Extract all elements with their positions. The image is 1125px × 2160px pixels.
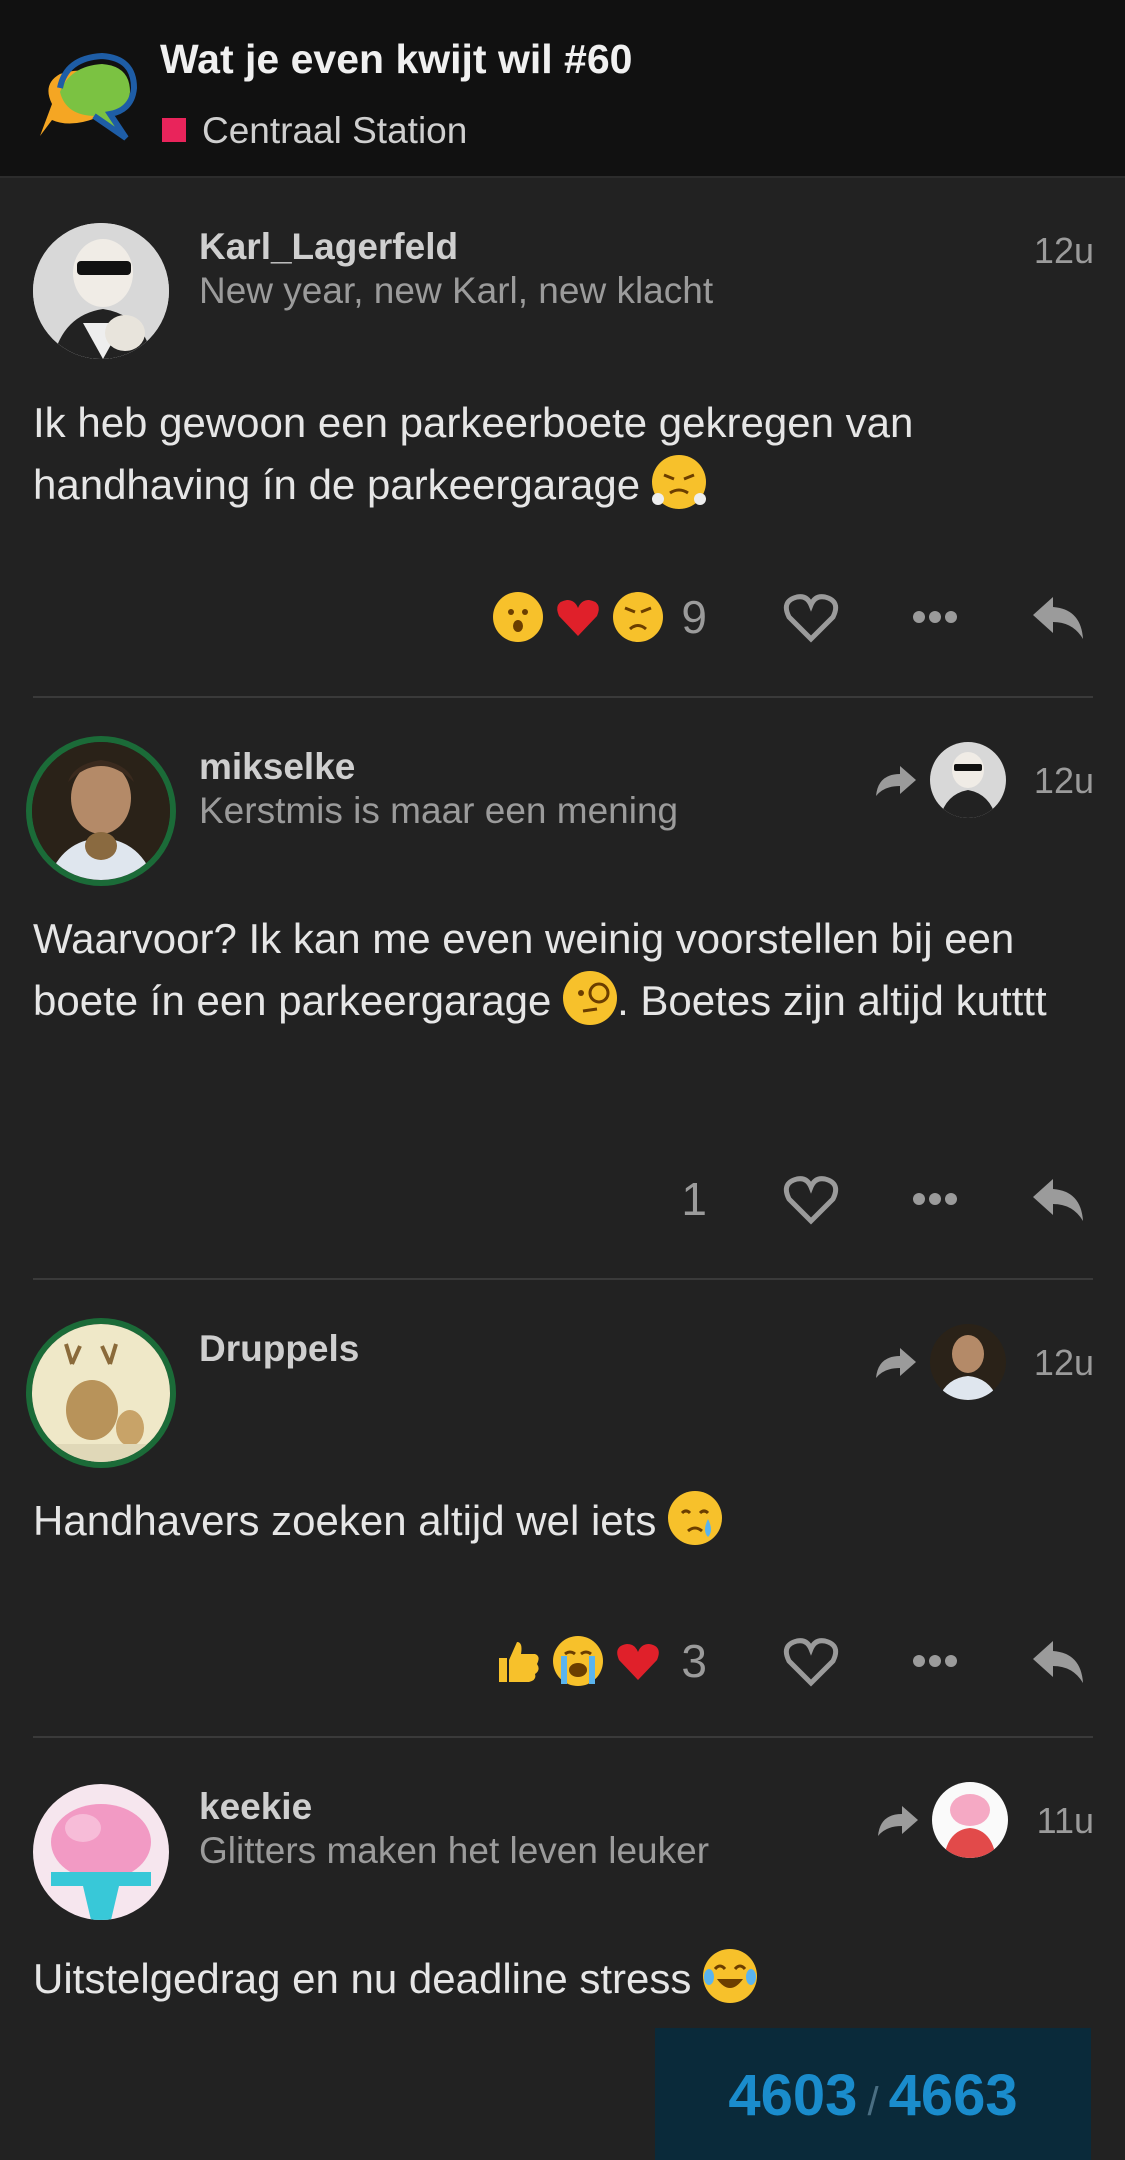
more-options-icon[interactable]: [905, 587, 965, 647]
reply-icon[interactable]: [1029, 587, 1089, 647]
hushed-face-icon[interactable]: [493, 592, 544, 642]
like-count[interactable]: 9: [681, 590, 707, 644]
post-body: Handhavers zoeken altijd wel iets: [33, 1490, 1093, 1552]
more-options-icon[interactable]: [905, 1169, 965, 1229]
post-divider: [33, 696, 1093, 698]
category-color-badge: [162, 118, 186, 142]
thumbs-up-icon[interactable]: [493, 1636, 543, 1686]
reply-to-avatar: [932, 1782, 1008, 1858]
avatar[interactable]: [33, 1784, 169, 1920]
post-body: Uitstelgedrag en nu deadline stress: [33, 1948, 1093, 2010]
reply-to-arrow-icon: [878, 1806, 918, 1836]
username[interactable]: Karl_Lagerfeld: [199, 226, 458, 268]
post-actions: 3: [493, 1626, 1095, 1696]
heart-outline-icon[interactable]: [781, 1169, 841, 1229]
reply-to-indicator[interactable]: [874, 1324, 1006, 1400]
post-time[interactable]: 11u: [1037, 1800, 1094, 1842]
username[interactable]: Druppels: [199, 1328, 359, 1370]
mikselke-avatar-icon: [32, 742, 170, 880]
heart-outline-icon[interactable]: [781, 587, 841, 647]
post-text: Handhavers zoeken altijd wel iets: [33, 1497, 657, 1544]
reply-to-indicator[interactable]: [876, 1782, 1008, 1858]
header-divider: [0, 176, 1125, 178]
face-with-tears-of-joy-icon: [703, 1949, 758, 2003]
avatar[interactable]: [26, 1318, 176, 1468]
reply-to-arrow-icon: [876, 1348, 916, 1378]
post-divider: [33, 1736, 1093, 1738]
karl-avatar-icon: [33, 223, 169, 359]
avatar[interactable]: [33, 223, 169, 359]
like-count[interactable]: 1: [681, 1172, 707, 1226]
reply-to-avatar: [930, 742, 1006, 818]
druppels-avatar-icon: [32, 1324, 170, 1462]
face-holding-back-tears-icon: [668, 1491, 723, 1545]
post-text: Ik heb gewoon een parkeerboete gekregen …: [33, 399, 914, 508]
post-time[interactable]: 12u: [1034, 230, 1094, 272]
category-link[interactable]: Centraal Station: [202, 110, 467, 152]
heart-outline-icon[interactable]: [781, 1631, 841, 1691]
user-title: Kerstmis is maar een mening: [199, 790, 679, 831]
post-divider: [33, 1278, 1093, 1280]
reply-to-avatar: [930, 1324, 1006, 1400]
discourse-logo-icon[interactable]: [30, 44, 142, 144]
topic-header: Wat je even kwijt wil #60 Centraal Stati…: [0, 0, 1125, 176]
like-count[interactable]: 3: [681, 1634, 707, 1688]
user-title: New year, new Karl, new klacht: [199, 270, 714, 311]
username[interactable]: keekie: [199, 1786, 312, 1828]
post-actions: 1: [673, 1164, 1095, 1234]
reply-icon[interactable]: [1029, 1631, 1089, 1691]
reply-icon[interactable]: [1029, 1169, 1089, 1229]
avatar[interactable]: [26, 736, 176, 886]
progress-current: 4603: [728, 2063, 858, 2128]
more-options-icon[interactable]: [905, 1631, 965, 1691]
face-with-monocle-icon: [563, 971, 618, 1025]
keekie-avatar-icon: [33, 1784, 169, 1920]
angry-face-icon[interactable]: [613, 592, 664, 642]
reply-to-arrow-icon: [876, 766, 916, 796]
post-text: Uitstelgedrag en nu deadline stress: [33, 1955, 692, 2002]
reply-to-indicator[interactable]: [874, 742, 1006, 818]
username[interactable]: mikselke: [199, 746, 355, 788]
post-time[interactable]: 12u: [1034, 1342, 1094, 1384]
progress-total: 4663: [888, 2063, 1018, 2128]
user-title: Glitters maken het leven leuker: [199, 1830, 710, 1871]
topic-title[interactable]: Wat je even kwijt wil #60: [160, 36, 632, 83]
topic-progress[interactable]: 4603/4663: [655, 2028, 1091, 2160]
post-text-continued: . Boetes zijn altijd kutttt: [617, 977, 1047, 1024]
post-body: Ik heb gewoon een parkeerboete gekregen …: [33, 392, 1093, 516]
red-heart-icon[interactable]: [553, 592, 603, 642]
face-with-steam-from-nose-icon: [651, 455, 706, 509]
post-body: Waarvoor? Ik kan me even weinig voorstel…: [33, 908, 1093, 1032]
red-heart-icon[interactable]: [613, 1636, 663, 1686]
progress-separator: /: [867, 2080, 879, 2124]
loudly-crying-face-icon[interactable]: [553, 1636, 604, 1686]
post-actions: 9: [493, 582, 1095, 652]
post-time[interactable]: 12u: [1034, 760, 1094, 802]
